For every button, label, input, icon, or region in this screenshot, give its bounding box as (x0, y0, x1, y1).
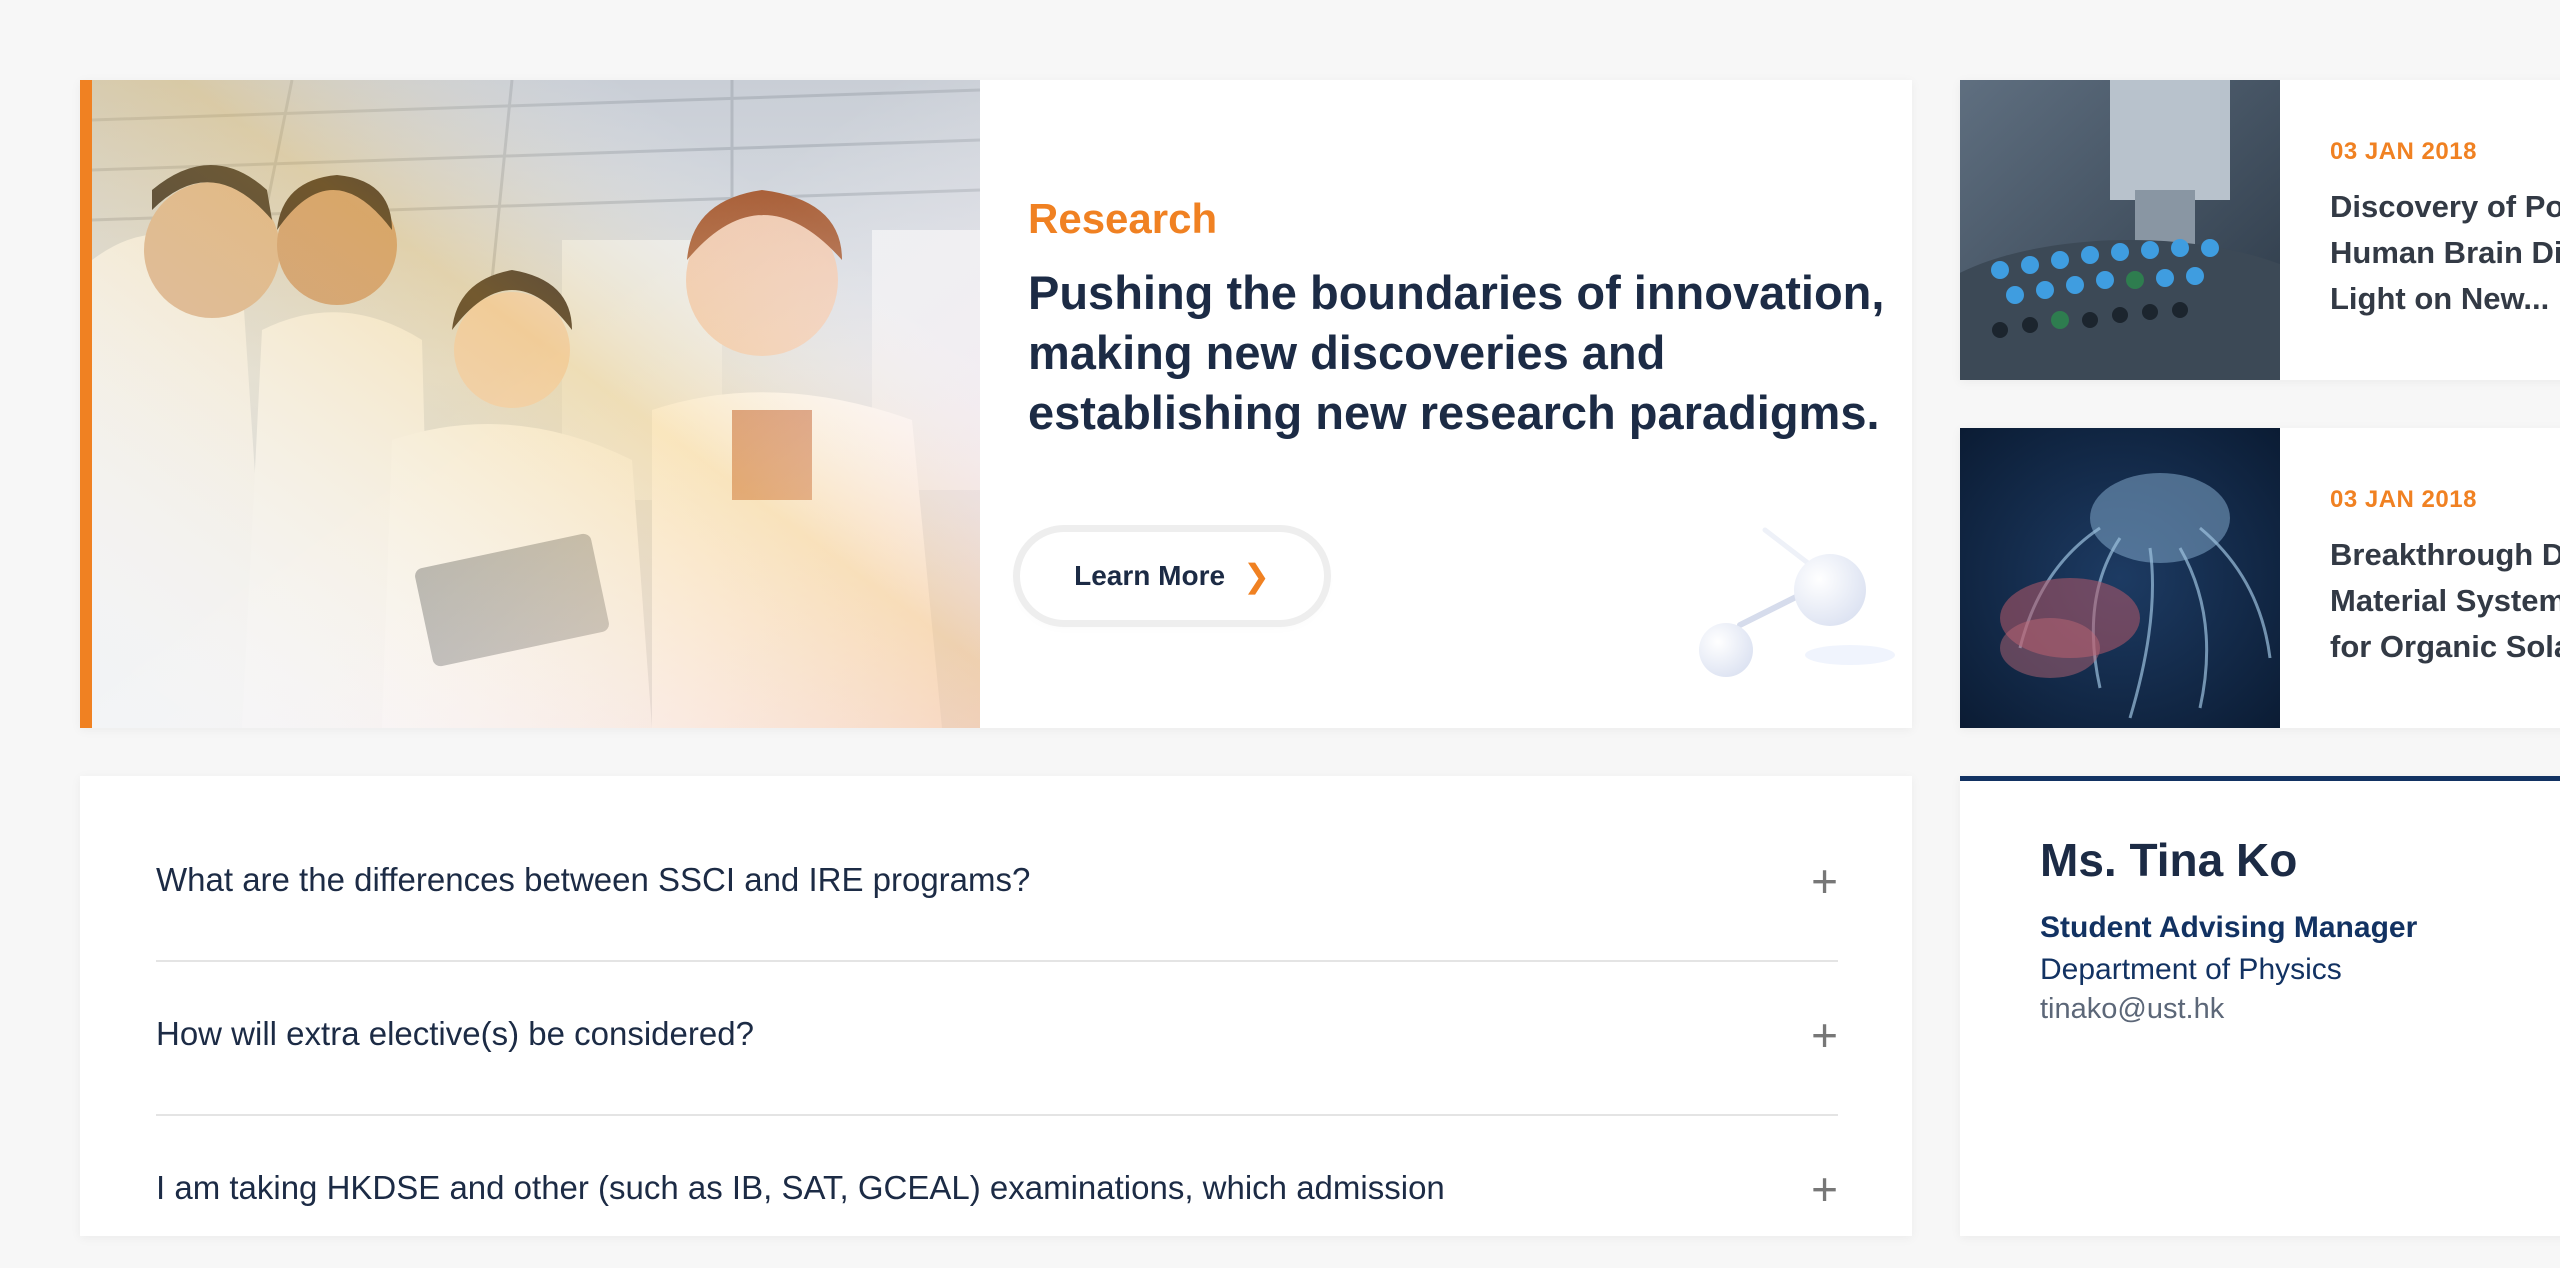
news-title-line: Light on New... (2330, 281, 2550, 316)
news-title-line: Material System (2330, 583, 2560, 618)
news-title-line: Breakthrough Di (2330, 537, 2560, 572)
molecule-decoration-icon (1699, 527, 1895, 677)
section-kicker: Research (1028, 195, 1218, 242)
contact-card: Ms. Tina Ko Student Advising Manager Dep… (1960, 776, 2560, 1236)
news-title-line: for Organic Sola (2330, 629, 2560, 664)
research-feature-card: Research Pushing the boundaries of innov… (80, 80, 1912, 728)
news-thumbnail (1960, 428, 2280, 728)
research-headline: Pushing the boundaries of innovation, ma… (1028, 266, 1885, 439)
news-date: 03 JAN 2018 (2330, 486, 2477, 513)
contact-department: Department of Physics (2040, 953, 2342, 986)
plus-icon[interactable]: + (1811, 1012, 1838, 1058)
plus-icon[interactable]: + (1811, 1166, 1838, 1212)
news-title-line: Human Brain Dis (2330, 235, 2560, 270)
news-title[interactable]: Discovery of Pos Human Brain Dis Light o… (2330, 184, 2560, 322)
news-card[interactable]: 03 JAN 2018 Breakthrough Di Material Sys… (1960, 428, 2560, 728)
faq-question: What are the differences between SSCI an… (156, 861, 1031, 898)
accent-bar (80, 80, 92, 728)
contact-email-link[interactable]: tinako@ust.hk (2040, 993, 2224, 1026)
news-title[interactable]: Breakthrough Di Material System for Orga… (2330, 532, 2560, 670)
news-thumbnail (1960, 80, 2280, 380)
faq-item[interactable]: I am taking HKDSE and other (such as IB,… (156, 1114, 1838, 1268)
faq-question: How will extra elective(s) be considered… (156, 1015, 754, 1052)
news-date: 03 JAN 2018 (2330, 138, 2477, 165)
chevron-right-icon: ❯ (1243, 558, 1270, 594)
contact-role: Student Advising Manager (2040, 911, 2418, 944)
faq-question: I am taking HKDSE and other (such as IB,… (156, 1169, 1445, 1206)
news-title-line: Discovery of Pos (2330, 189, 2560, 224)
contact-name: Ms. Tina Ko (2040, 834, 2298, 886)
news-card[interactable]: 03 JAN 2018 Discovery of Pos Human Brain… (1960, 80, 2560, 380)
plus-icon[interactable]: + (1811, 858, 1838, 904)
research-content: Research Pushing the boundaries of innov… (1028, 195, 1888, 443)
research-lab-photo (92, 80, 980, 728)
learn-more-label: Learn More (1074, 560, 1226, 591)
faq-item[interactable]: How will extra elective(s) be considered… (156, 960, 1838, 1114)
faq-accordion: What are the differences between SSCI an… (80, 776, 1912, 1236)
learn-more-button[interactable]: Learn More ❯ (1020, 532, 1324, 620)
